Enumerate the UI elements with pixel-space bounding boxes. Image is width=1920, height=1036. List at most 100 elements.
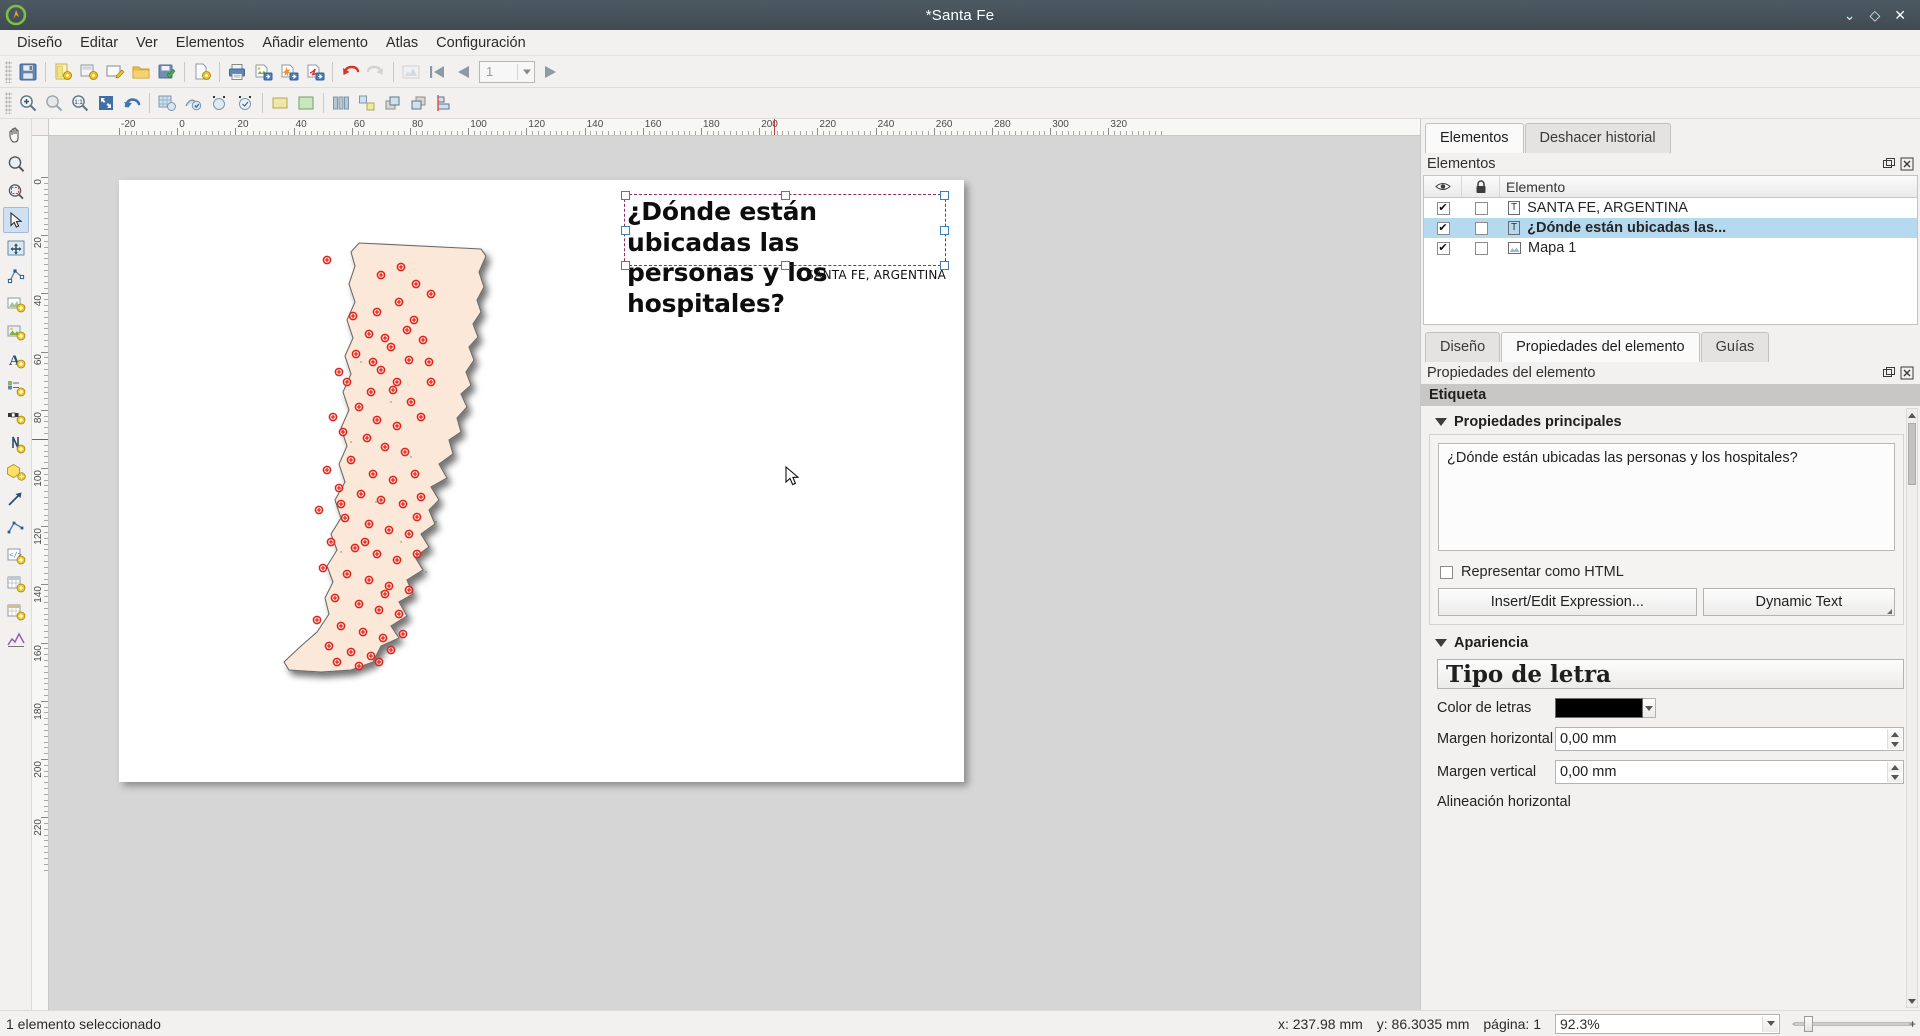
show-bounding-boxes-icon[interactable] — [267, 90, 293, 116]
chevron-down-icon[interactable] — [1762, 1015, 1778, 1032]
maximize-icon[interactable]: ◇ — [1869, 8, 1880, 22]
lower-items-icon[interactable] — [406, 90, 432, 116]
ungroup-items-icon[interactable] — [354, 90, 380, 116]
spinner-arrows[interactable] — [1887, 762, 1902, 782]
chevron-down-icon[interactable] — [1643, 698, 1656, 718]
menu-editar[interactable]: Editar — [71, 32, 127, 54]
zoom-slider-knob[interactable] — [1804, 1015, 1813, 1032]
item-visibility-checkbox[interactable]: ✔ — [1424, 221, 1462, 235]
item-lock-checkbox[interactable] — [1462, 201, 1500, 215]
checkbox-locked[interactable] — [1474, 201, 1488, 215]
minimize-icon[interactable]: ⌄ — [1844, 8, 1856, 22]
add-node-item-icon[interactable] — [3, 515, 29, 541]
map-item[interactable] — [281, 242, 586, 702]
export-svg-icon[interactable] — [276, 59, 302, 85]
export-pdf-icon[interactable] — [302, 59, 328, 85]
undock-icon[interactable] — [1882, 157, 1896, 171]
subtitle-label-item[interactable]: SANTA FE, ARGENTINA — [806, 268, 946, 284]
add-map-icon[interactable] — [3, 291, 29, 317]
group-header-main[interactable]: Propiedades principales — [1429, 410, 1904, 434]
menu-configuracion[interactable]: Configuración — [427, 32, 534, 54]
zoom-slider[interactable]: − + — [1792, 1015, 1916, 1033]
font-color-combo[interactable] — [1555, 698, 1656, 718]
vertical-margin-input[interactable]: 0,00 mm — [1555, 760, 1904, 784]
resize-handle-nw[interactable] — [621, 191, 630, 200]
item-lock-checkbox[interactable] — [1462, 241, 1500, 255]
resize-handle-e[interactable] — [940, 226, 949, 235]
menu-diseno[interactable]: Diseño — [8, 32, 71, 54]
add-shape-icon[interactable] — [3, 459, 29, 485]
zoom-full-icon[interactable] — [93, 90, 119, 116]
save-as-template-icon[interactable] — [154, 59, 180, 85]
zoom-out-icon[interactable] — [41, 90, 67, 116]
label-text-input[interactable] — [1438, 443, 1895, 551]
dynamic-text-button[interactable]: Dynamic Text — [1702, 588, 1896, 616]
checkbox-render-html[interactable] — [1440, 565, 1453, 579]
item-visibility-checkbox[interactable]: ✔ — [1424, 241, 1462, 255]
layout-manager-icon[interactable] — [102, 59, 128, 85]
save-project-icon[interactable] — [15, 59, 41, 85]
zoom-region-icon[interactable] — [3, 179, 29, 205]
label-item-selected[interactable]: ¿Dónde están ubicadas las personas y los… — [621, 191, 949, 318]
close-icon[interactable]: ✕ — [1894, 8, 1906, 22]
checkbox-locked[interactable] — [1474, 221, 1488, 235]
item-lock-checkbox[interactable] — [1462, 221, 1500, 235]
raise-items-icon[interactable] — [380, 90, 406, 116]
zoom-level-combo[interactable]: 92.3% — [1555, 1013, 1780, 1034]
snap-to-grid-icon[interactable] — [180, 90, 206, 116]
add-legend-icon[interactable] — [3, 375, 29, 401]
render-as-html-row[interactable]: Representar como HTML — [1440, 564, 1895, 580]
collapse-triangle-icon[interactable] — [1435, 418, 1447, 426]
checkbox-visible[interactable]: ✔ — [1436, 221, 1450, 235]
spinner-down[interactable] — [1888, 772, 1902, 782]
atlas-first-feature-icon[interactable] — [424, 59, 450, 85]
scrollbar-thumb[interactable] — [1908, 423, 1916, 485]
table-row[interactable]: ✔ T ¿Dónde están ubicadas las... — [1424, 218, 1917, 238]
atlas-settings-icon[interactable] — [398, 59, 424, 85]
checkbox-locked[interactable] — [1474, 241, 1488, 255]
spinner-arrows[interactable] — [1887, 729, 1902, 749]
atlas-next-feature-icon[interactable] — [538, 59, 564, 85]
tab-elementos[interactable]: Elementos — [1425, 123, 1524, 153]
group-header-appearance[interactable]: Apariencia — [1429, 631, 1904, 655]
properties-scrollbar[interactable] — [1906, 408, 1918, 1008]
add-elevation-profile-icon[interactable] — [3, 627, 29, 653]
resize-handle-s[interactable] — [781, 261, 790, 270]
show-pages-icon[interactable] — [293, 90, 319, 116]
redo-icon[interactable] — [363, 59, 389, 85]
new-layout-icon[interactable] — [50, 59, 76, 85]
undo-icon[interactable] — [337, 59, 363, 85]
open-folder-icon[interactable] — [128, 59, 154, 85]
toolbar-grip[interactable] — [5, 92, 12, 114]
close-icon[interactable] — [1900, 366, 1914, 380]
align-items-icon[interactable] — [432, 90, 458, 116]
tab-guias[interactable]: Guías — [1700, 332, 1770, 362]
properties-scroll-area[interactable]: Propiedades principales Representar como… — [1421, 406, 1920, 1010]
item-visibility-checkbox[interactable]: ✔ — [1424, 201, 1462, 215]
resize-handle-n[interactable] — [781, 191, 790, 200]
spinner-up[interactable] — [1888, 762, 1902, 772]
add-items-from-template-icon[interactable] — [189, 59, 215, 85]
add-arrow-icon[interactable] — [3, 487, 29, 513]
duplicate-layout-icon[interactable] — [76, 59, 102, 85]
menu-atlas[interactable]: Atlas — [377, 32, 427, 54]
insert-edit-expression-button[interactable]: Insert/Edit Expression... — [1438, 588, 1697, 616]
resize-handle-w[interactable] — [621, 226, 630, 235]
print-icon[interactable] — [224, 59, 250, 85]
checkbox-visible[interactable]: ✔ — [1436, 241, 1450, 255]
atlas-prev-feature-icon[interactable] — [450, 59, 476, 85]
font-color-swatch[interactable] — [1555, 698, 1643, 718]
export-image-icon[interactable] — [250, 59, 276, 85]
tab-propiedades-del-elemento[interactable]: Propiedades del elemento — [1501, 332, 1700, 362]
add-html-icon[interactable]: </> — [3, 543, 29, 569]
menu-anadir-elemento[interactable]: Añadir elemento — [253, 32, 377, 54]
add-label-icon[interactable]: A — [3, 347, 29, 373]
dropdown-corner-icon[interactable] — [1887, 609, 1893, 614]
undock-icon[interactable] — [1882, 366, 1896, 380]
tab-diseno[interactable]: Diseño — [1425, 332, 1501, 362]
zoom-tool-icon[interactable] — [3, 151, 29, 177]
table-row[interactable]: ✔ T SANTA FE, ARGENTINA — [1424, 198, 1917, 218]
layout-canvas[interactable]: ¿Dónde están ubicadas las personas y los… — [49, 136, 1420, 1010]
refresh-view-icon[interactable] — [119, 90, 145, 116]
group-items-icon[interactable] — [328, 90, 354, 116]
